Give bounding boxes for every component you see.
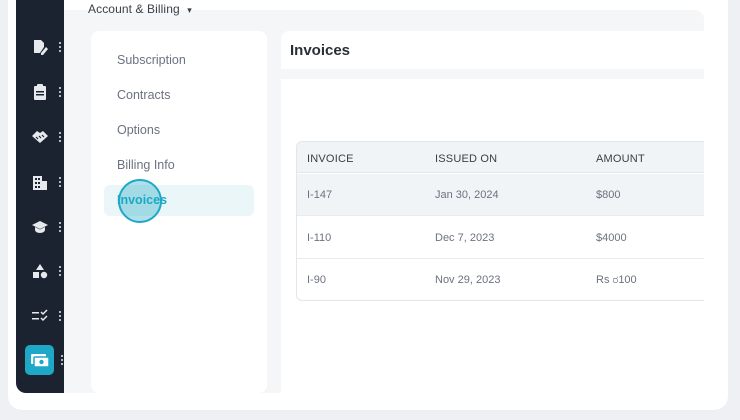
handshake-icon <box>28 125 52 149</box>
table-row[interactable]: I-90 Nov 29, 2023 Rs ರ100 <box>297 259 704 300</box>
cell-issued-on: Nov 29, 2023 <box>435 274 501 286</box>
money-bill-icon <box>25 345 55 375</box>
clipboard-icon <box>28 80 52 104</box>
billing-nav: Subscription Contracts Options Billing I… <box>91 31 267 393</box>
breadcrumb[interactable]: Account & Billing ▾ <box>88 2 192 16</box>
rail-item-documents[interactable] <box>16 33 64 61</box>
more-icon[interactable] <box>58 132 62 142</box>
column-header-amount[interactable]: AMOUNT <box>596 153 645 165</box>
shapes-icon <box>28 259 52 283</box>
table-row[interactable]: I-110 Dec 7, 2023 $4000 <box>297 217 704 259</box>
more-icon[interactable] <box>58 311 62 321</box>
nav-item-options[interactable]: Options <box>117 123 160 137</box>
rail-item-billing[interactable] <box>16 345 64 375</box>
panel-header: Invoices <box>281 31 704 69</box>
table-header: INVOICE ISSUED ON AMOUNT <box>297 142 704 173</box>
invoices-table: INVOICE ISSUED ON AMOUNT I-147 Jan 30, 2… <box>296 141 704 301</box>
more-icon[interactable] <box>58 222 62 232</box>
cell-invoice: I-110 <box>307 232 332 244</box>
rail-item-partners[interactable] <box>16 123 64 151</box>
more-icon[interactable] <box>58 87 62 97</box>
cell-amount: $4000 <box>596 232 627 244</box>
document-edit-icon <box>28 35 52 59</box>
nav-item-billing-info[interactable]: Billing Info <box>117 158 175 172</box>
page-title: Invoices <box>290 42 351 59</box>
column-header-issued-on[interactable]: ISSUED ON <box>435 153 497 165</box>
icon-rail <box>16 0 64 393</box>
cell-invoice: I-90 <box>307 274 326 286</box>
cell-amount: $800 <box>596 189 621 201</box>
column-header-invoice[interactable]: INVOICE <box>307 153 354 165</box>
breadcrumb-label: Account & Billing <box>88 2 180 16</box>
rail-item-clipboard[interactable] <box>16 78 64 106</box>
graduation-cap-icon <box>28 215 52 239</box>
nav-item-subscription[interactable]: Subscription <box>117 53 186 67</box>
table-row[interactable]: I-147 Jan 30, 2024 $800 <box>297 174 704 216</box>
click-indicator <box>118 179 162 223</box>
rail-item-tasks[interactable] <box>16 302 64 330</box>
cell-amount: Rs ರ100 <box>596 274 637 286</box>
nav-item-contracts[interactable]: Contracts <box>117 88 171 102</box>
building-icon <box>28 170 52 194</box>
more-icon[interactable] <box>58 266 62 276</box>
more-icon[interactable] <box>58 42 62 52</box>
cell-issued-on: Jan 30, 2024 <box>435 189 499 201</box>
more-icon[interactable] <box>58 177 62 187</box>
list-check-icon <box>28 304 52 328</box>
cell-issued-on: Dec 7, 2023 <box>435 232 495 244</box>
rail-item-resources[interactable] <box>16 257 64 285</box>
chevron-down-icon: ▾ <box>187 5 192 15</box>
cell-invoice: I-147 <box>307 189 333 201</box>
rail-item-training[interactable] <box>16 213 64 241</box>
rail-item-organization[interactable] <box>16 168 64 196</box>
